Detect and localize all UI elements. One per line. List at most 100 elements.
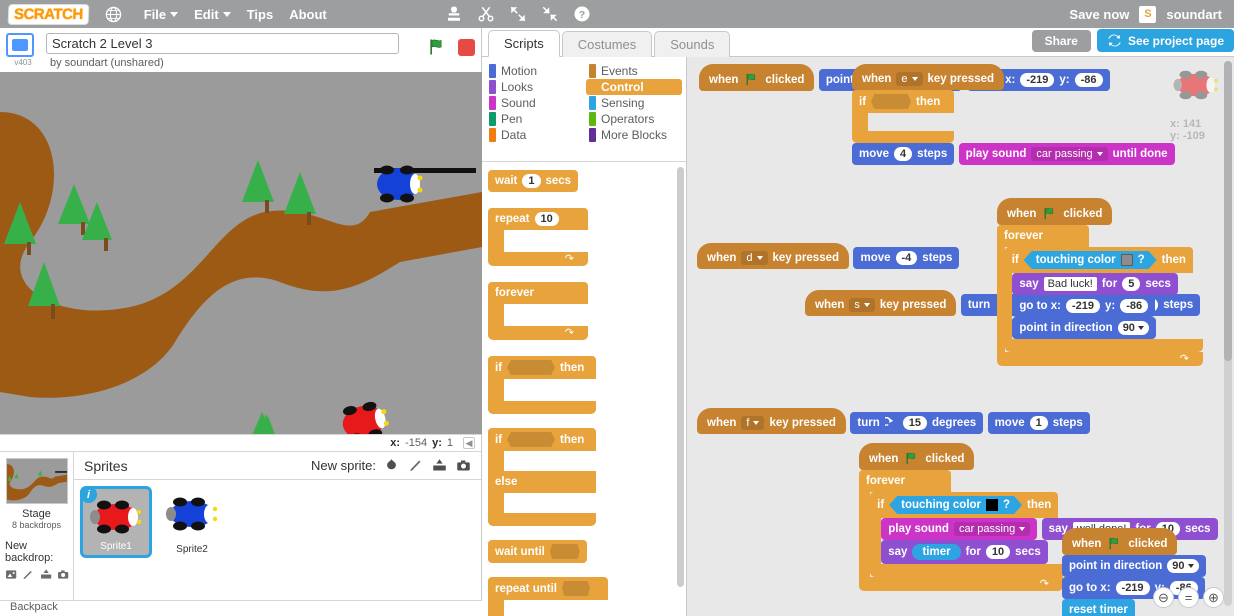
stop-sign-icon[interactable] (458, 38, 475, 56)
paint-sprite-icon[interactable] (408, 458, 423, 473)
script-flag-badluck[interactable]: when clicked forever if touching color ?… (997, 198, 1234, 366)
key-dropdown[interactable]: s (849, 298, 875, 312)
upload-backdrop-icon[interactable] (40, 568, 52, 581)
reporter-touching-color[interactable]: touching color ? (889, 496, 1023, 514)
green-flag-icon[interactable] (427, 37, 447, 57)
block-turn-clockwise[interactable]: turn 15 degrees (850, 412, 984, 434)
seconds-input[interactable]: 5 (1122, 277, 1141, 291)
block-number-input[interactable]: 1 (522, 174, 541, 188)
collapse-arrow-icon[interactable]: ◀ (463, 437, 475, 449)
category-motion[interactable]: Motion (486, 63, 582, 79)
stamp-icon[interactable] (445, 5, 463, 23)
library-backdrop-icon[interactable] (5, 568, 17, 581)
block-forever[interactable]: forever if touching color ? (997, 225, 1234, 366)
stage-thumbnail[interactable] (5, 458, 68, 504)
block-when-key-pressed[interactable]: when f key pressed (697, 408, 846, 434)
stage-canvas[interactable] (0, 72, 482, 434)
block-when-flag-clicked[interactable]: when clicked (859, 443, 975, 470)
block-reset-timer[interactable]: reset timer (1062, 599, 1135, 616)
category-more-blocks[interactable]: More Blocks (586, 127, 682, 143)
help-icon[interactable]: ? (573, 5, 591, 23)
user-avatar[interactable]: S (1139, 5, 1157, 23)
block-when-flag-clicked[interactable]: when clicked (1062, 528, 1178, 555)
username-label[interactable]: soundart (1166, 7, 1222, 22)
scissors-icon[interactable] (477, 5, 495, 23)
zoom-reset-icon[interactable]: = (1178, 587, 1199, 608)
block-if-touching-color[interactable]: if touching color ? then (1004, 247, 1234, 352)
sprite-card-sprite2[interactable]: Sprite2 (156, 486, 228, 558)
palette-block-if-then[interactable]: if then (488, 356, 596, 414)
say-text-input[interactable]: Bad luck! (1043, 277, 1097, 291)
sound-dropdown[interactable]: car passing (1031, 147, 1108, 161)
boolean-slot[interactable] (507, 432, 556, 447)
menu-tips[interactable]: Tips (239, 4, 282, 25)
category-looks[interactable]: Looks (486, 79, 582, 95)
script-key-e[interactable]: when e key pressed if then move 4 steps … (852, 64, 1175, 165)
upload-sprite-icon[interactable] (432, 458, 447, 473)
tab-sounds[interactable]: Sounds (654, 31, 731, 57)
share-button[interactable]: Share (1031, 29, 1091, 52)
block-move-steps[interactable]: move 4 steps (852, 143, 955, 165)
project-title-input[interactable] (46, 33, 399, 54)
save-now-button[interactable]: Save now (1069, 7, 1129, 22)
block-when-flag-clicked[interactable]: when clicked (699, 64, 815, 91)
tab-scripts[interactable]: Scripts (488, 30, 560, 57)
category-control[interactable]: Control (586, 79, 682, 95)
block-when-key-pressed[interactable]: when s key pressed (805, 290, 957, 316)
sound-dropdown[interactable]: car passing (953, 522, 1031, 536)
palette-block-repeat[interactable]: repeat 10 ↷ (488, 208, 588, 266)
category-pen[interactable]: Pen (486, 111, 582, 127)
stage-selector-pane[interactable]: Stage 8 backdrops New backdrop: (0, 452, 74, 616)
script-key-f[interactable]: when f key pressed turn 15 degrees move … (697, 408, 1090, 434)
color-swatch-icon[interactable] (986, 499, 999, 511)
boolean-slot[interactable] (871, 94, 912, 109)
scratch-logo[interactable]: SCRATCH (7, 3, 90, 25)
library-sprite-icon[interactable] (384, 458, 399, 473)
direction-dropdown[interactable]: 90 (1167, 559, 1199, 573)
block-when-key-pressed[interactable]: when e key pressed (852, 64, 1005, 90)
key-dropdown[interactable]: d (741, 251, 768, 265)
x-input[interactable]: -219 (1115, 581, 1150, 595)
boolean-slot[interactable] (507, 360, 556, 375)
category-sound[interactable]: Sound (486, 95, 582, 111)
reporter-touching-color[interactable]: touching color ? (1023, 251, 1157, 269)
shrink-icon[interactable] (541, 5, 559, 23)
seconds-input[interactable]: 10 (985, 545, 1011, 559)
block-if-then[interactable]: if then (852, 90, 954, 143)
zoom-out-icon[interactable]: ⊖ (1153, 587, 1174, 608)
key-dropdown[interactable]: f (741, 416, 765, 430)
block-say-for-secs[interactable]: say Bad luck! for 5 secs (1012, 273, 1178, 295)
key-dropdown[interactable]: e (896, 72, 923, 86)
block-play-sound-until-done[interactable]: play sound car passing until done (958, 143, 1175, 165)
palette-block-wait[interactable]: wait 1 secs (488, 170, 579, 192)
block-number-input[interactable]: 10 (534, 212, 559, 226)
backpack-bar[interactable]: Backpack (0, 600, 482, 616)
script-key-d[interactable]: when d key pressed move -4 steps (697, 243, 960, 269)
block-play-sound[interactable]: play sound car passing (881, 518, 1038, 540)
steps-input[interactable]: 4 (894, 147, 913, 161)
menu-about[interactable]: About (281, 4, 335, 25)
tab-costumes[interactable]: Costumes (561, 31, 653, 57)
palette-block-forever[interactable]: forever ↷ (488, 282, 588, 340)
scripts-canvas[interactable]: when clicked point in direction 90 (687, 57, 1234, 616)
block-say-timer-for-secs[interactable]: say timer for 10 secs (881, 540, 1048, 564)
reporter-timer[interactable]: timer (912, 544, 961, 560)
direction-dropdown[interactable]: 90 (1117, 321, 1149, 335)
menu-edit[interactable]: Edit (186, 4, 239, 25)
category-data[interactable]: Data (486, 127, 582, 143)
camera-backdrop-icon[interactable] (57, 568, 69, 581)
block-move-steps[interactable]: move -4 steps (853, 247, 960, 269)
block-go-to-xy[interactable]: go to x: -219 y: -86 (1012, 295, 1156, 317)
sprite-card-sprite1[interactable]: i Sprite1 (80, 486, 152, 558)
palette-scrollbar[interactable] (677, 167, 684, 587)
boolean-slot[interactable] (561, 581, 590, 596)
block-point-in-direction[interactable]: point in direction 90 (1012, 317, 1156, 339)
sprite-info-badge[interactable]: i (80, 486, 97, 503)
block-when-key-pressed[interactable]: when d key pressed (697, 243, 850, 269)
color-swatch-icon[interactable] (1120, 254, 1133, 266)
globe-icon[interactable] (105, 6, 122, 23)
palette-block-wait-until[interactable]: wait until (488, 540, 587, 563)
category-sensing[interactable]: Sensing (586, 95, 682, 111)
degrees-input[interactable]: 15 (902, 416, 928, 430)
paint-backdrop-icon[interactable] (22, 568, 34, 581)
